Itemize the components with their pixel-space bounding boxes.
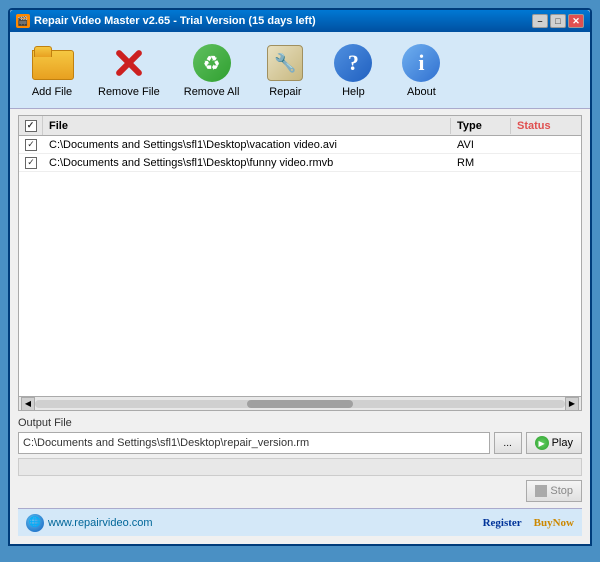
list-header: File Type Status (19, 116, 581, 136)
remove-file-icon (108, 42, 150, 84)
header-status: Status (511, 118, 581, 134)
status-right: Register BuyNow (483, 517, 574, 529)
about-label: About (407, 86, 436, 98)
progress-bar (18, 458, 582, 476)
remove-all-icon: ♻ (191, 42, 233, 84)
repair-label: Repair (269, 86, 301, 98)
browse-button[interactable]: ... (494, 432, 522, 454)
row-checkbox-1[interactable] (19, 139, 43, 151)
help-label: Help (342, 86, 365, 98)
stop-row: Stop (18, 480, 582, 502)
title-controls: – □ ✕ (532, 14, 584, 28)
status-bar: 🌐 www.repairvideo.com Register BuyNow (18, 508, 582, 536)
checkbox-icon[interactable] (25, 139, 37, 151)
app-icon: 🎬 (16, 14, 30, 28)
add-file-icon (31, 42, 73, 84)
bottom-panel: Output File ... ▶ Play Stop (10, 411, 590, 508)
remove-all-button[interactable]: ♻ Remove All (176, 40, 248, 100)
add-file-label: Add File (32, 86, 72, 98)
status-left: 🌐 www.repairvideo.com (26, 514, 153, 532)
globe-icon: 🌐 (26, 514, 44, 532)
scrollbar-track[interactable] (35, 400, 565, 408)
file-list: File Type Status C:\Documents and Settin… (18, 115, 582, 411)
stop-button[interactable]: Stop (526, 480, 582, 502)
remove-file-label: Remove File (98, 86, 160, 98)
play-button[interactable]: ▶ Play (526, 432, 582, 454)
row-type-1: AVI (451, 137, 511, 153)
header-check (19, 116, 43, 135)
about-button[interactable]: i About (391, 40, 451, 100)
header-type: Type (451, 118, 511, 134)
help-button[interactable]: ? Help (323, 40, 383, 100)
window-title: Repair Video Master v2.65 - Trial Versio… (34, 15, 316, 27)
table-row[interactable]: C:\Documents and Settings\sfl1\Desktop\f… (19, 154, 581, 172)
row-status-2 (511, 161, 581, 165)
row-status-1 (511, 143, 581, 147)
title-bar: 🎬 Repair Video Master v2.65 - Trial Vers… (10, 10, 590, 32)
minimize-button[interactable]: – (532, 14, 548, 28)
output-file-row: ... ▶ Play (18, 432, 582, 454)
header-checkbox[interactable] (25, 120, 37, 132)
header-file: File (43, 118, 451, 134)
repair-icon: 🔧 (264, 42, 306, 84)
website-url[interactable]: www.repairvideo.com (48, 517, 153, 529)
remove-all-label: Remove All (184, 86, 240, 98)
buynow-button[interactable]: BuyNow (534, 517, 574, 529)
register-button[interactable]: Register (483, 517, 522, 529)
help-icon: ? (332, 42, 374, 84)
output-file-label: Output File (18, 417, 582, 429)
list-body: C:\Documents and Settings\sfl1\Desktop\v… (19, 136, 581, 396)
add-file-button[interactable]: Add File (22, 40, 82, 100)
scrollbar-thumb[interactable] (247, 400, 353, 408)
row-checkbox-2[interactable] (19, 157, 43, 169)
about-icon: i (400, 42, 442, 84)
title-bar-left: 🎬 Repair Video Master v2.65 - Trial Vers… (16, 14, 316, 28)
play-icon: ▶ (535, 436, 549, 450)
output-file-input[interactable] (18, 432, 490, 454)
row-type-2: RM (451, 155, 511, 171)
scroll-left-arrow[interactable]: ◀ (21, 397, 35, 411)
toolbar: Add File Remove File ♻ Remove All 🔧 Repa… (10, 32, 590, 109)
table-row[interactable]: C:\Documents and Settings\sfl1\Desktop\v… (19, 136, 581, 154)
remove-file-button[interactable]: Remove File (90, 40, 168, 100)
repair-button[interactable]: 🔧 Repair (255, 40, 315, 100)
horizontal-scrollbar[interactable]: ◀ ▶ (19, 396, 581, 410)
scroll-right-arrow[interactable]: ▶ (565, 397, 579, 411)
row-file-1: C:\Documents and Settings\sfl1\Desktop\v… (43, 137, 451, 153)
stop-label: Stop (550, 485, 573, 497)
checkbox-icon[interactable] (25, 157, 37, 169)
close-button[interactable]: ✕ (568, 14, 584, 28)
play-label: Play (552, 437, 573, 449)
row-file-2: C:\Documents and Settings\sfl1\Desktop\f… (43, 155, 451, 171)
maximize-button[interactable]: □ (550, 14, 566, 28)
stop-icon (535, 485, 547, 497)
